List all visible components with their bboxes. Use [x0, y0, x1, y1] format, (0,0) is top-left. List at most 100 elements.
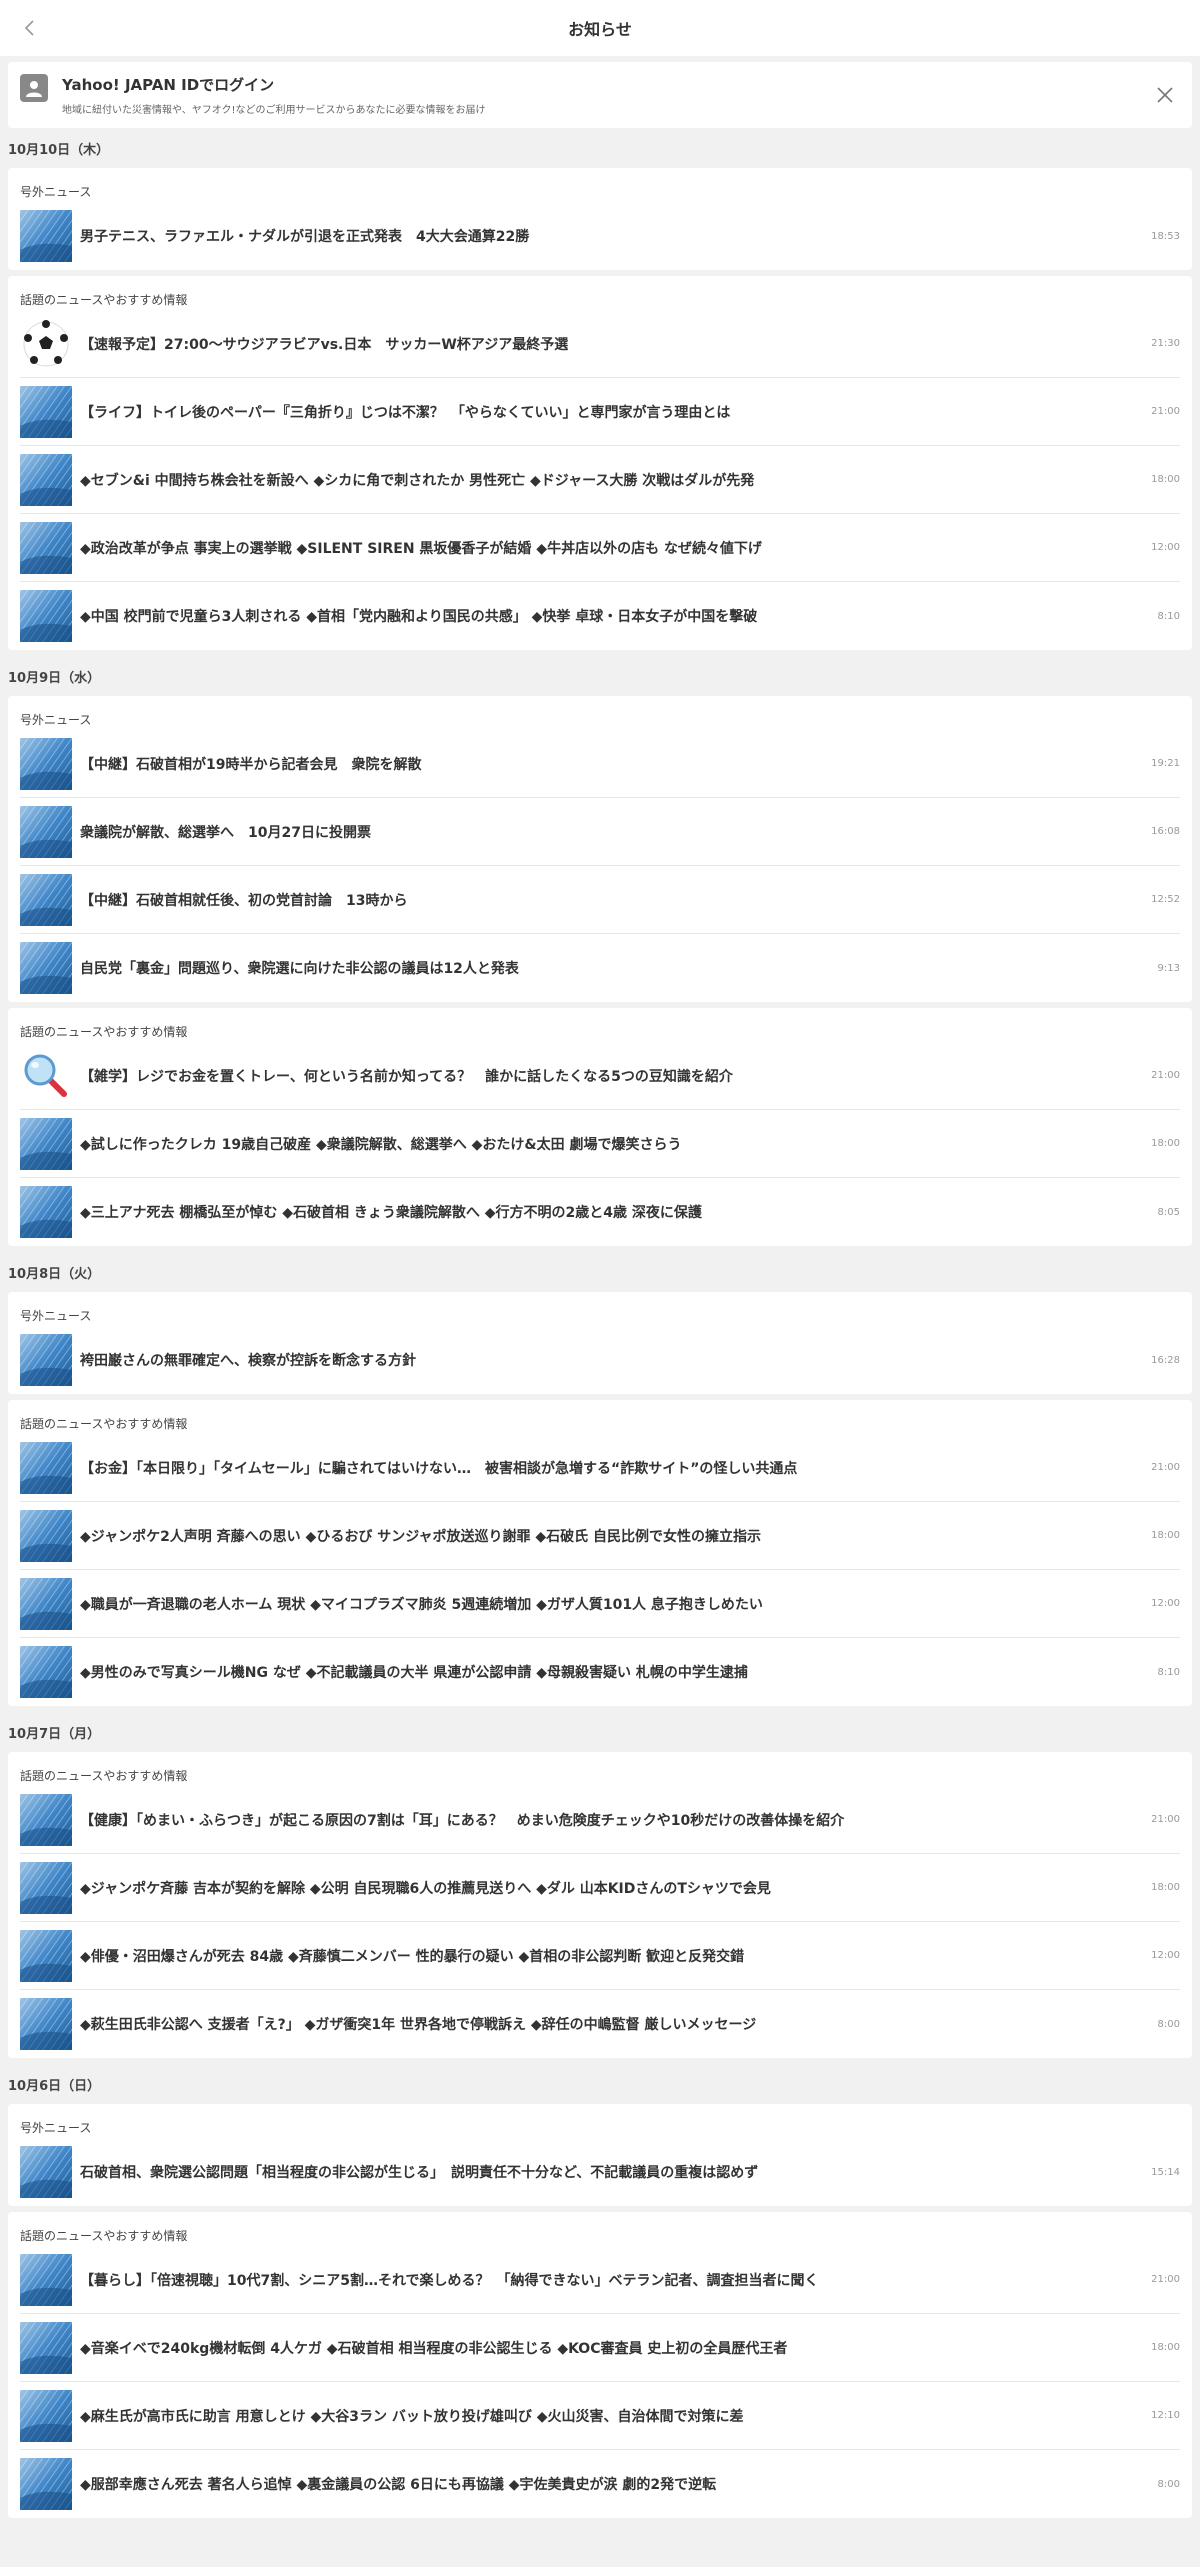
- notification-time: 12:10: [1151, 2410, 1180, 2421]
- notification-time: 12:00: [1151, 1950, 1180, 1961]
- notification-time: 9:13: [1157, 962, 1180, 974]
- section-heading: 号外ニュース: [20, 185, 92, 199]
- notification-title: 石破首相、衆院選公認問題「相当程度の非公認が生じる」 説明責任不十分など、不記載…: [80, 2165, 759, 2181]
- news-thumb-icon: [20, 1509, 72, 1562]
- notification-item[interactable]: ◆中国 校門前で児童ら3人刺される ◆首相「党内融和より国民の共感」 ◆快挙 卓…: [20, 582, 1180, 650]
- news-thumb-icon: [20, 2458, 72, 2510]
- news-thumb-icon: [20, 737, 72, 790]
- notification-item[interactable]: ◆萩生田氏非公認へ 支援者「え?」 ◆ガザ衝突1年 世界各地で停戦訴え ◆辞任の…: [20, 1990, 1180, 2058]
- notification-title: ◆俳優・沼田爆さんが死去 84歳 ◆斉藤慎二メンバー 性的暴行の疑い ◆首相の非…: [80, 1948, 745, 1965]
- section-heading: 号外ニュース: [20, 2121, 92, 2135]
- notification-item[interactable]: ◆服部幸應さん死去 著名人ら追悼 ◆裏金議員の公認 6日にも再協議 ◆宇佐美貴史…: [20, 2450, 1180, 2518]
- notification-item[interactable]: ◆三上アナ死去 棚橋弘至が悼む ◆石破首相 きょう衆議院解散へ ◆行方不明の2歳…: [20, 1178, 1180, 1246]
- notification-time: 21:00: [1151, 2274, 1180, 2285]
- news-thumb-icon: [20, 1334, 72, 1386]
- notification-item[interactable]: 衆議院が解散、総選挙へ 10月27日に投開票 16:08: [20, 798, 1180, 866]
- news-thumb-icon: [20, 2253, 72, 2306]
- notification-item[interactable]: ◆俳優・沼田爆さんが死去 84歳 ◆斉藤慎二メンバー 性的暴行の疑い ◆首相の非…: [20, 1922, 1180, 1990]
- notification-item[interactable]: 自民党「裏金」問題巡り、衆院選に向けた非公認の議員は12人と発表 9:13: [20, 934, 1180, 1002]
- news-thumb-icon: [20, 1929, 72, 1982]
- notification-time: 18:00: [1151, 2342, 1180, 2353]
- notification-title: ◆音楽イベで240kg機材転倒 4人ケガ ◆石破首相 相当程度の非公認生じる ◆…: [80, 2340, 788, 2357]
- notification-card: 号外ニュース石破首相、衆院選公認問題「相当程度の非公認が生じる」 説明責任不十分…: [8, 2104, 1192, 2206]
- notification-card: 号外ニュース 袴田巌さんの無罪確定へ、検察が控訴を断念する方針 16:28: [8, 1292, 1192, 1394]
- news-thumb-icon: [20, 805, 72, 858]
- notification-title: ◆職員が一斉退職の老人ホーム 現状 ◆マイコプラズマ肺炎 5週連続増加 ◆ガザ人…: [80, 1596, 763, 1613]
- notification-time: 12:00: [1151, 1598, 1180, 1609]
- news-thumb-icon: [20, 1186, 72, 1238]
- section-heading: 号外ニュース: [20, 713, 92, 727]
- notification-title: ◆ジャンポケ斉藤 吉本が契約を解除 ◆公明 自民現職6人の推薦見送りへ ◆ダル …: [80, 1880, 771, 1897]
- news-thumb-icon: [20, 1861, 72, 1914]
- section-heading: 話題のニュースやおすすめ情報: [20, 293, 188, 307]
- soccer-ball-icon: [20, 318, 72, 370]
- user-icon: [20, 74, 48, 102]
- notification-item[interactable]: ◆試しに作ったクレカ 19歳自己破産 ◆衆議院解散、総選挙へ ◆おたけ&太田 劇…: [20, 1110, 1180, 1178]
- notification-title: 【雑学】レジでお金を置くトレー、何という名前か知ってる？ 誰かに話したくなる5つ…: [80, 1068, 733, 1085]
- notification-item[interactable]: ◆職員が一斉退職の老人ホーム 現状 ◆マイコプラズマ肺炎 5週連続増加 ◆ガザ人…: [20, 1570, 1180, 1638]
- notification-title: ◆麻生氏が高市氏に助言 用意しとけ ◆大谷3ラン バット放り投げ雄叫び ◆火山災…: [80, 2408, 744, 2425]
- day-heading: 10月10日（木）: [8, 142, 110, 158]
- notification-card: 号外ニュース男子テニス、ラファエル・ナダルが引退を正式発表 4大大会通算22勝 1…: [8, 168, 1192, 270]
- back-button[interactable]: [14, 13, 44, 43]
- notification-item[interactable]: 袴田巌さんの無罪確定へ、検察が控訴を断念する方針 16:28: [20, 1326, 1180, 1394]
- notification-title: ◆男性のみで写真シール機NG なぜ ◆不記載議員の大半 県連が公認申請 ◆母親殺…: [80, 1665, 748, 1681]
- notification-time: 18:00: [1151, 1530, 1180, 1541]
- notification-title: ◆セブン&i 中間持ち株会社を新設へ ◆シカに角で刺されたか 男性死亡 ◆ドジャ…: [80, 472, 755, 489]
- notification-item[interactable]: 【速報予定】27:00〜サウジアラビアvs.日本 サッカーW杯アジア最終予選 21…: [20, 310, 1180, 378]
- login-description: 地域に紐付いた災害情報や、ヤフオク!などのご利用サービスからあなたに必要な情報を…: [62, 105, 486, 116]
- notification-time: 19:21: [1151, 758, 1180, 769]
- page-title: お知らせ: [568, 20, 632, 39]
- notification-title: 男子テニス、ラファエル・ナダルが引退を正式発表 4大大会通算22勝: [80, 229, 530, 245]
- notification-time: 18:00: [1151, 1138, 1180, 1149]
- day-heading: 10月8日（火）: [8, 1266, 101, 1282]
- notification-title: 衆議院が解散、総選挙へ 10月27日に投開票: [80, 824, 371, 841]
- notification-title: ◆中国 校門前で児童ら3人刺される ◆首相「党内融和より国民の共感」 ◆快挙 卓…: [80, 609, 758, 625]
- notification-card: 話題のニュースやおすすめ情報 【お金】「本日限り」「タイムセール」に騙されてはいけ…: [8, 1400, 1192, 1706]
- notification-item[interactable]: 【中継】石破首相が19時半から記者会見 衆院を解散 19:21: [20, 730, 1180, 798]
- notification-item[interactable]: 【中継】石破首相就任後、初の党首討論 13時から 12:52: [20, 866, 1180, 934]
- notification-time: 16:28: [1151, 1354, 1180, 1366]
- news-thumb-icon: [20, 210, 72, 262]
- notification-card: 話題のニュースやおすすめ情報 【暮らし】「倍速視聴」10代7割、シニア5割…それで…: [8, 2212, 1192, 2518]
- notification-item[interactable]: 【健康】「めまい・ふらつき」が起こる原因の7割は「耳」にある？ めまい危険度チェ…: [20, 1786, 1180, 1854]
- notification-time: 21:00: [1151, 1462, 1180, 1473]
- news-thumb-icon: [20, 1646, 72, 1698]
- notification-item[interactable]: ◆ジャンポケ斉藤 吉本が契約を解除 ◆公明 自民現職6人の推薦見送りへ ◆ダル …: [20, 1854, 1180, 1922]
- close-button[interactable]: [1152, 82, 1178, 108]
- notification-item[interactable]: 男子テニス、ラファエル・ナダルが引退を正式発表 4大大会通算22勝 18:53: [20, 202, 1180, 270]
- notification-card: 話題のニュースやおすすめ情報 【雑学】レジでお金を置くトレー、何という名前か知って…: [8, 1008, 1192, 1246]
- login-banner[interactable]: Yahoo! JAPAN IDでログイン 地域に紐付いた災害情報や、ヤフオク!な…: [8, 62, 1192, 128]
- notification-time: 16:08: [1151, 826, 1180, 837]
- day-heading: 10月9日（水）: [8, 670, 101, 686]
- login-title[interactable]: Yahoo! JAPAN IDでログイン: [62, 74, 486, 95]
- notification-title: 袴田巌さんの無罪確定へ、検察が控訴を断念する方針: [80, 1353, 416, 1369]
- notification-card: 話題のニュースやおすすめ情報【健康】「めまい・ふらつき」が起こる原因の7割は「耳…: [8, 1752, 1192, 2058]
- notification-time: 12:52: [1151, 894, 1180, 905]
- notification-item[interactable]: ◆音楽イベで240kg機材転倒 4人ケガ ◆石破首相 相当程度の非公認生じる ◆…: [20, 2314, 1180, 2382]
- notification-item[interactable]: 石破首相、衆院選公認問題「相当程度の非公認が生じる」 説明責任不十分など、不記載…: [20, 2138, 1180, 2206]
- section-heading: 話題のニュースやおすすめ情報: [20, 1769, 188, 1783]
- notification-title: 【お金】「本日限り」「タイムセール」に騙されてはいけない… 被害相談が急増する“…: [80, 1460, 798, 1477]
- notification-title: 【暮らし】「倍速視聴」10代7割、シニア5割…それで楽しめる？ 「納得できない」…: [80, 2272, 819, 2289]
- notification-item[interactable]: ◆政治改革が争点 事実上の選挙戦 ◆SILENT SIREN 黒坂優香子が結婚 …: [20, 514, 1180, 582]
- notification-item[interactable]: ◆ジャンポケ2人声明 斉藤への思い ◆ひるおび サンジャポ放送巡り謝罪 ◆石破氏…: [20, 1502, 1180, 1570]
- news-thumb-icon: [20, 385, 72, 438]
- day-heading: 10月7日（月）: [8, 1726, 101, 1742]
- notification-item[interactable]: 【暮らし】「倍速視聴」10代7割、シニア5割…それで楽しめる？ 「納得できない」…: [20, 2246, 1180, 2314]
- news-thumb-icon: [20, 1793, 72, 1846]
- notification-item[interactable]: ◆男性のみで写真シール機NG なぜ ◆不記載議員の大半 県連が公認申請 ◆母親殺…: [20, 1638, 1180, 1706]
- notification-item[interactable]: 【お金】「本日限り」「タイムセール」に騙されてはいけない… 被害相談が急増する“…: [20, 1434, 1180, 1502]
- notification-card: 号外ニュース 【中継】石破首相が19時半から記者会見 衆院を解散 19:21 衆議院が…: [8, 696, 1192, 1002]
- notification-item[interactable]: ◆セブン&i 中間持ち株会社を新設へ ◆シカに角で刺されたか 男性死亡 ◆ドジャ…: [20, 446, 1180, 514]
- news-thumb-icon: [20, 453, 72, 506]
- notification-item[interactable]: ◆麻生氏が高市氏に助言 用意しとけ ◆大谷3ラン バット放り投げ雄叫び ◆火山災…: [20, 2382, 1180, 2450]
- news-thumb-icon: [20, 1577, 72, 1630]
- notification-item[interactable]: 【雑学】レジでお金を置くトレー、何という名前か知ってる？ 誰かに話したくなる5つ…: [20, 1042, 1180, 1110]
- notification-title: 【ライフ】トイレ後のペーパー『三角折り』じつは不潔？ 「やらなくていい」と専門家…: [80, 404, 731, 421]
- notification-title: ◆試しに作ったクレカ 19歳自己破産 ◆衆議院解散、総選挙へ ◆おたけ&太田 劇…: [80, 1136, 682, 1153]
- notification-time: 18:00: [1151, 474, 1180, 485]
- news-thumb-icon: [20, 1117, 72, 1170]
- notification-title: 自民党「裏金」問題巡り、衆院選に向けた非公認の議員は12人と発表: [80, 961, 519, 977]
- notification-item[interactable]: 【ライフ】トイレ後のペーパー『三角折り』じつは不潔？ 「やらなくていい」と専門家…: [20, 378, 1180, 446]
